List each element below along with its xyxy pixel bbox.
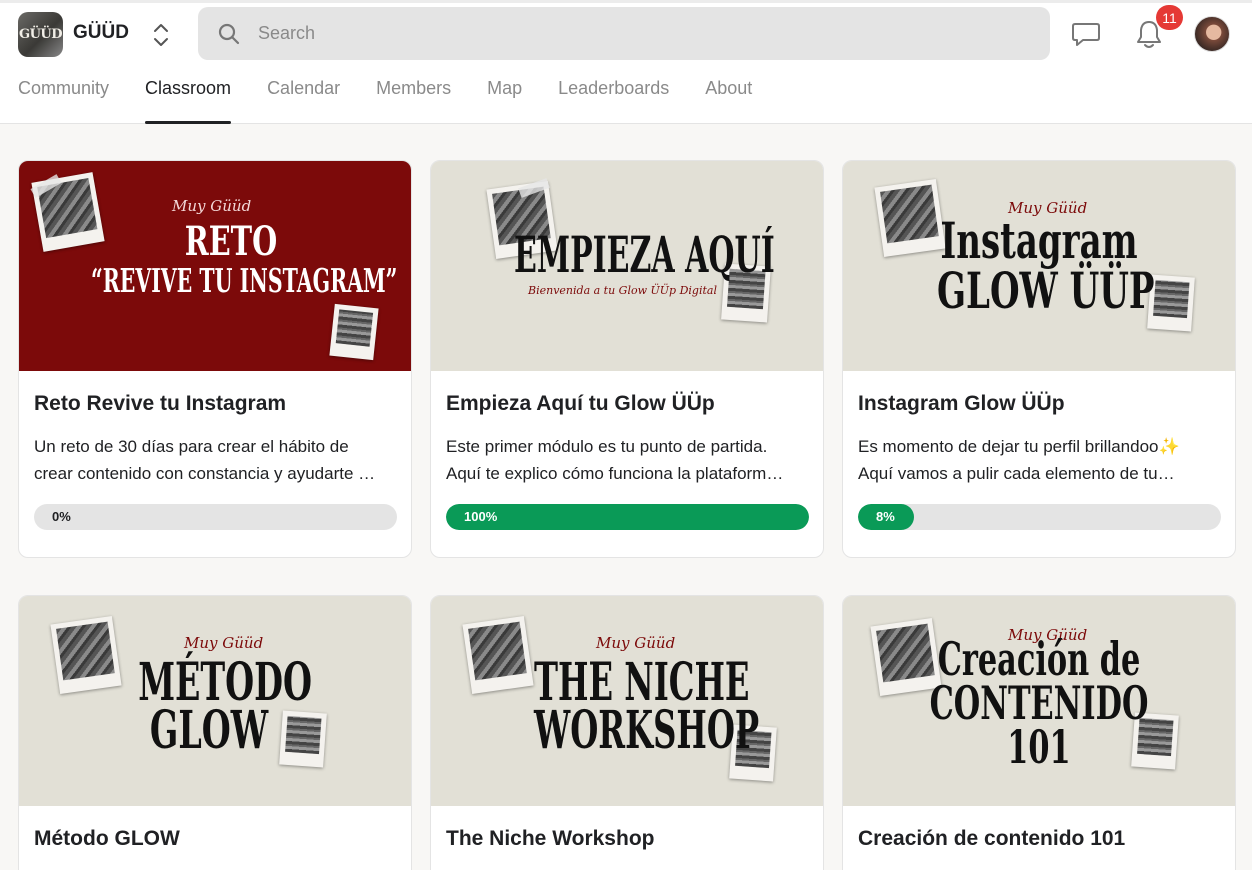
polaroid-image bbox=[329, 303, 379, 361]
cover-title-line2: GLOW ÜÜP bbox=[937, 261, 1155, 320]
progress-label: 8% bbox=[876, 509, 895, 524]
course-title: Reto Revive tu Instagram bbox=[34, 392, 287, 415]
cover-title-line3: 101 bbox=[1007, 720, 1071, 774]
polaroid-image bbox=[462, 616, 534, 694]
course-card-niche-workshop[interactable]: Muy Güüd THE NICHE WORKSHOP The Niche Wo… bbox=[430, 595, 824, 870]
progress-fill bbox=[446, 504, 809, 530]
tab-map[interactable]: Map bbox=[487, 78, 522, 124]
nav-tabs: Community Classroom Calendar Members Map… bbox=[18, 78, 788, 124]
notification-badge: 11 bbox=[1156, 5, 1183, 30]
tab-community[interactable]: Community bbox=[18, 78, 109, 124]
chat-icon[interactable] bbox=[1071, 20, 1101, 48]
cover-title-line1: Instagram bbox=[940, 211, 1138, 270]
tab-calendar[interactable]: Calendar bbox=[267, 78, 340, 124]
cover-title-line1: EMPIEZA AQUÍ bbox=[514, 225, 775, 284]
polaroid-image bbox=[50, 616, 122, 694]
top-header: GÜÜD GÜÜD 11 Community Classroom Calenda… bbox=[0, 0, 1252, 124]
tab-leaderboards[interactable]: Leaderboards bbox=[558, 78, 669, 124]
cover-subscript: Bienvenida a tu Glow ÜÜp Digital bbox=[528, 284, 717, 297]
user-avatar[interactable] bbox=[1194, 16, 1230, 52]
course-cover: Muy Güüd MÉTODO GLOW bbox=[19, 596, 411, 806]
course-description-line: Este primer módulo es tu punto de partid… bbox=[446, 437, 768, 456]
cover-title-line2: “REVIVE TU INSTAGRAM” bbox=[91, 261, 398, 300]
course-description-line: Aquí vamos a pulir cada elemento de tu… bbox=[858, 464, 1175, 483]
course-description: Es momento de dejar tu perfil brillandoo… bbox=[858, 433, 1222, 487]
cover-title-line2: WORKSHOP bbox=[534, 700, 760, 761]
community-logo[interactable]: GÜÜD bbox=[18, 12, 63, 57]
cover-title-line1: RETO bbox=[184, 218, 278, 265]
course-cover: EMPIEZA AQUÍ Bienvenida a tu Glow ÜÜp Di… bbox=[431, 161, 823, 371]
course-title: Empieza Aquí tu Glow ÜÜp bbox=[446, 392, 715, 415]
course-description: Un reto de 30 días para crear el hábito … bbox=[34, 433, 398, 487]
course-card-metodo-glow[interactable]: Muy Güüd MÉTODO GLOW Método GLOW bbox=[18, 595, 412, 870]
community-switcher-icon[interactable] bbox=[150, 20, 172, 50]
course-cover: Muy Güüd RETO “REVIVE TU INSTAGRAM” bbox=[19, 161, 411, 371]
cover-script: Muy Güüd bbox=[172, 197, 252, 215]
cover-title-line2: GLOW bbox=[149, 700, 269, 761]
progress-label: 100% bbox=[464, 509, 498, 524]
top-border bbox=[0, 0, 1252, 3]
course-card-creacion-contenido[interactable]: Muy Güüd Creación de CONTENIDO 101 Creac… bbox=[842, 595, 1236, 870]
course-card-instagram-glow[interactable]: Muy Güüd Instagram GLOW ÜÜP Instagram Gl… bbox=[842, 160, 1236, 558]
course-card-reto-revive[interactable]: Muy Güüd RETO “REVIVE TU INSTAGRAM” Reto… bbox=[18, 160, 412, 558]
course-card-empieza-aqui[interactable]: EMPIEZA AQUÍ Bienvenida a tu Glow ÜÜp Di… bbox=[430, 160, 824, 558]
cover-script: Muy Güüd bbox=[184, 634, 264, 652]
search-input[interactable] bbox=[258, 23, 958, 44]
polaroid-image bbox=[279, 710, 327, 768]
course-title: The Niche Workshop bbox=[446, 827, 655, 850]
search-icon bbox=[218, 23, 240, 44]
tab-about[interactable]: About bbox=[705, 78, 752, 124]
progress-bar: 100% bbox=[446, 504, 809, 530]
tab-members[interactable]: Members bbox=[376, 78, 451, 124]
course-cover: Muy Güüd Creación de CONTENIDO 101 bbox=[843, 596, 1235, 806]
search-bar[interactable] bbox=[198, 7, 1050, 60]
tab-classroom[interactable]: Classroom bbox=[145, 78, 232, 124]
course-cover: Muy Güüd Instagram GLOW ÜÜP bbox=[843, 161, 1235, 371]
course-description-line: crear contenido con constancia y ayudart… bbox=[34, 464, 376, 483]
course-title: Instagram Glow ÜÜp bbox=[858, 392, 1065, 415]
course-title: Método GLOW bbox=[34, 827, 180, 850]
course-cover: Muy Güüd THE NICHE WORKSHOP bbox=[431, 596, 823, 806]
progress-bar: 8% bbox=[858, 504, 1221, 530]
course-description-line: Un reto de 30 días para crear el hábito … bbox=[34, 437, 349, 456]
community-name[interactable]: GÜÜD bbox=[73, 22, 129, 44]
course-description-line: Aquí te explico cómo funciona la platafo… bbox=[446, 464, 784, 483]
progress-label: 0% bbox=[52, 509, 71, 524]
course-description: Este primer módulo es tu punto de partid… bbox=[446, 433, 810, 487]
progress-bar: 0% bbox=[34, 504, 397, 530]
course-title: Creación de contenido 101 bbox=[858, 827, 1126, 850]
cover-script: Muy Güüd bbox=[596, 634, 676, 652]
polaroid-image bbox=[874, 179, 946, 257]
logo-text: GÜÜD bbox=[18, 27, 63, 42]
course-description-line: Es momento de dejar tu perfil brillandoo… bbox=[858, 437, 1180, 456]
